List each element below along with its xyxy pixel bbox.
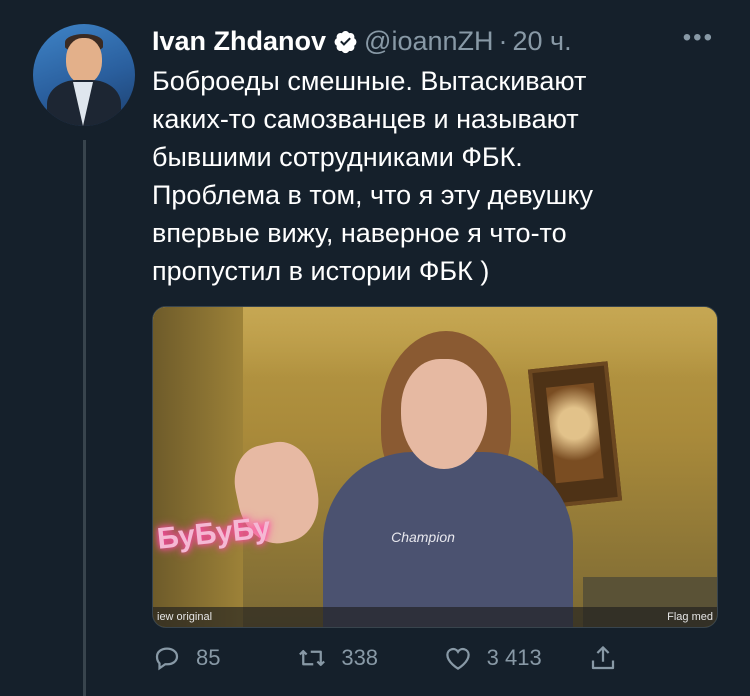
share-button[interactable] <box>588 643 632 673</box>
author-handle[interactable]: @ioannZH <box>364 26 493 57</box>
tweet-text: Боброеды смешные. Вытаскивают каких-то с… <box>152 66 593 286</box>
like-count: 3 413 <box>486 645 542 670</box>
like-icon <box>445 647 470 670</box>
retweet-count: 338 <box>341 645 379 670</box>
verified-badge-icon <box>333 29 358 54</box>
author-name[interactable]: Ivan Zhdanov <box>152 26 326 57</box>
avatar-face <box>66 38 102 84</box>
separator-dot: · <box>498 25 508 56</box>
reply-icon <box>155 647 179 671</box>
author-avatar[interactable] <box>33 24 135 126</box>
tweet-media-video[interactable]: Champion БуБуБу iew original Flag med <box>152 306 718 628</box>
thread-line <box>83 140 86 696</box>
reply-count: 85 <box>196 645 221 670</box>
retweet-icon <box>299 650 326 666</box>
like-button[interactable]: 3 413 <box>443 643 588 673</box>
tweet-header: Ivan Zhdanov @ioannZH · 20 ч. <box>152 24 572 58</box>
retweet-button[interactable]: 338 <box>297 643 442 673</box>
view-original-link[interactable]: iew original <box>157 611 212 623</box>
more-options-icon[interactable]: ••• <box>683 26 714 50</box>
media-wall <box>153 307 243 627</box>
share-icon <box>591 646 615 670</box>
flag-media-link[interactable]: Flag med <box>667 611 713 623</box>
media-person-face <box>401 359 487 469</box>
media-hoodie-logo: Champion <box>391 529 455 545</box>
reply-button[interactable]: 85 <box>152 643 297 673</box>
tweet-timestamp[interactable]: 20 ч. <box>513 26 572 57</box>
tweet-actions: 85 338 3 413 <box>152 640 632 676</box>
media-caption-bar: iew original Flag med <box>153 607 717 627</box>
